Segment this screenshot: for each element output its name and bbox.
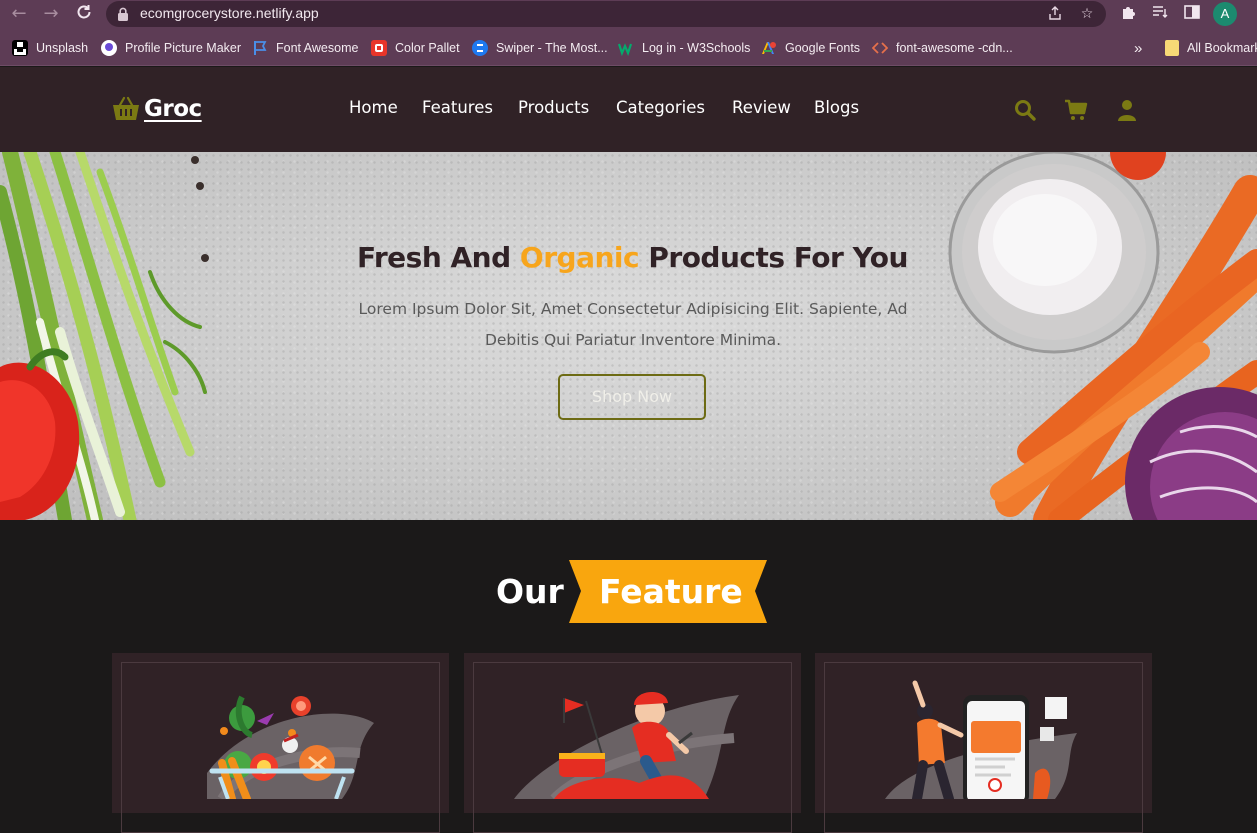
bookmark-swiper[interactable]: Swiper - The Most... — [472, 39, 608, 57]
feature-card — [464, 653, 801, 833]
unsplash-icon — [12, 40, 28, 56]
bookmark-unsplash[interactable]: Unsplash — [12, 39, 88, 57]
all-bookmarks-folder[interactable]: All Bookmarks — [1165, 39, 1257, 57]
bookmark-color-pallet[interactable]: Color Pallet — [371, 39, 460, 57]
hero-section: Fresh And Organic Products For You Lorem… — [0, 152, 1257, 520]
feature-card — [112, 653, 449, 833]
extensions-icon[interactable] — [1118, 4, 1138, 24]
search-icon[interactable] — [1013, 98, 1037, 122]
w3schools-icon — [618, 43, 633, 56]
bookmarks-bar: Unsplash Profile Picture Maker Font Awes… — [0, 29, 1257, 66]
site-header: Groc Home Features Products Categories R… — [0, 67, 1257, 152]
hero-description: Lorem Ipsum Dolor Sit, Amet Consectetur … — [358, 300, 908, 349]
hero-title-accent: Organic — [519, 241, 640, 274]
share-icon[interactable] — [1046, 5, 1064, 23]
delivery-scooter-rider-illustration — [514, 691, 739, 799]
back-icon[interactable]: ← — [8, 3, 30, 25]
google-fonts-icon — [762, 42, 776, 54]
bookmark-star-icon[interactable]: ☆ — [1078, 5, 1096, 23]
reading-list-icon[interactable] — [1150, 4, 1170, 24]
bookmark-google-fonts[interactable]: Google Fonts — [761, 39, 860, 57]
lock-icon — [118, 7, 128, 21]
bookmark-profile-picture-maker[interactable]: Profile Picture Maker — [101, 39, 241, 57]
mobile-payment-person-illustration — [885, 680, 1077, 799]
browser-toolbar: ← → ecomgrocerystore.netlify.app ☆ A — [0, 0, 1257, 29]
cart-icon[interactable] — [1064, 98, 1088, 122]
profile-maker-icon — [101, 40, 117, 56]
bookmark-font-awesome-cdn[interactable]: font-awesome -cdn... — [872, 39, 1013, 57]
logo-text: Groc — [144, 96, 202, 122]
nav-categories[interactable]: Categories — [616, 98, 705, 117]
basket-icon — [113, 96, 139, 120]
nav-review[interactable]: Review — [732, 98, 791, 117]
green-onion-pepper-image — [0, 152, 209, 520]
url-text: ecomgrocerystore.netlify.app — [140, 5, 319, 21]
feature-card — [815, 653, 1152, 833]
side-panel-icon[interactable] — [1182, 4, 1202, 24]
reload-icon[interactable] — [73, 3, 95, 25]
feature-heading-highlight: Feature — [599, 572, 743, 611]
nav-blogs[interactable]: Blogs — [814, 98, 859, 117]
nav-products[interactable]: Products — [518, 98, 589, 117]
nav-features[interactable]: Features — [422, 98, 493, 117]
swiper-icon — [472, 40, 488, 56]
user-icon[interactable] — [1115, 98, 1139, 122]
logo[interactable]: Groc — [112, 93, 202, 125]
shop-now-button[interactable]: Shop Now — [558, 374, 706, 420]
folder-icon — [1165, 40, 1179, 56]
fresh-vegetables-basket-illustration — [207, 695, 374, 799]
color-pallet-icon — [371, 40, 387, 56]
code-icon — [872, 42, 888, 54]
profile-avatar[interactable]: A — [1213, 2, 1237, 26]
address-bar[interactable]: ecomgrocerystore.netlify.app ☆ — [106, 1, 1106, 27]
salt-carrot-cabbage-image — [948, 152, 1257, 520]
bookmark-w3schools[interactable]: Log in - W3Schools — [618, 39, 750, 57]
hero-title: Fresh And Organic Products For You — [357, 241, 908, 274]
feature-heading: Our Feature — [0, 560, 1257, 624]
flag-icon — [254, 41, 267, 55]
feature-heading-our: Our — [496, 572, 564, 611]
more-bookmarks-button[interactable]: » — [1134, 39, 1142, 57]
nav-home[interactable]: Home — [349, 98, 398, 117]
bookmark-font-awesome[interactable]: Font Awesome — [252, 39, 358, 57]
forward-icon[interactable]: → — [40, 3, 62, 25]
